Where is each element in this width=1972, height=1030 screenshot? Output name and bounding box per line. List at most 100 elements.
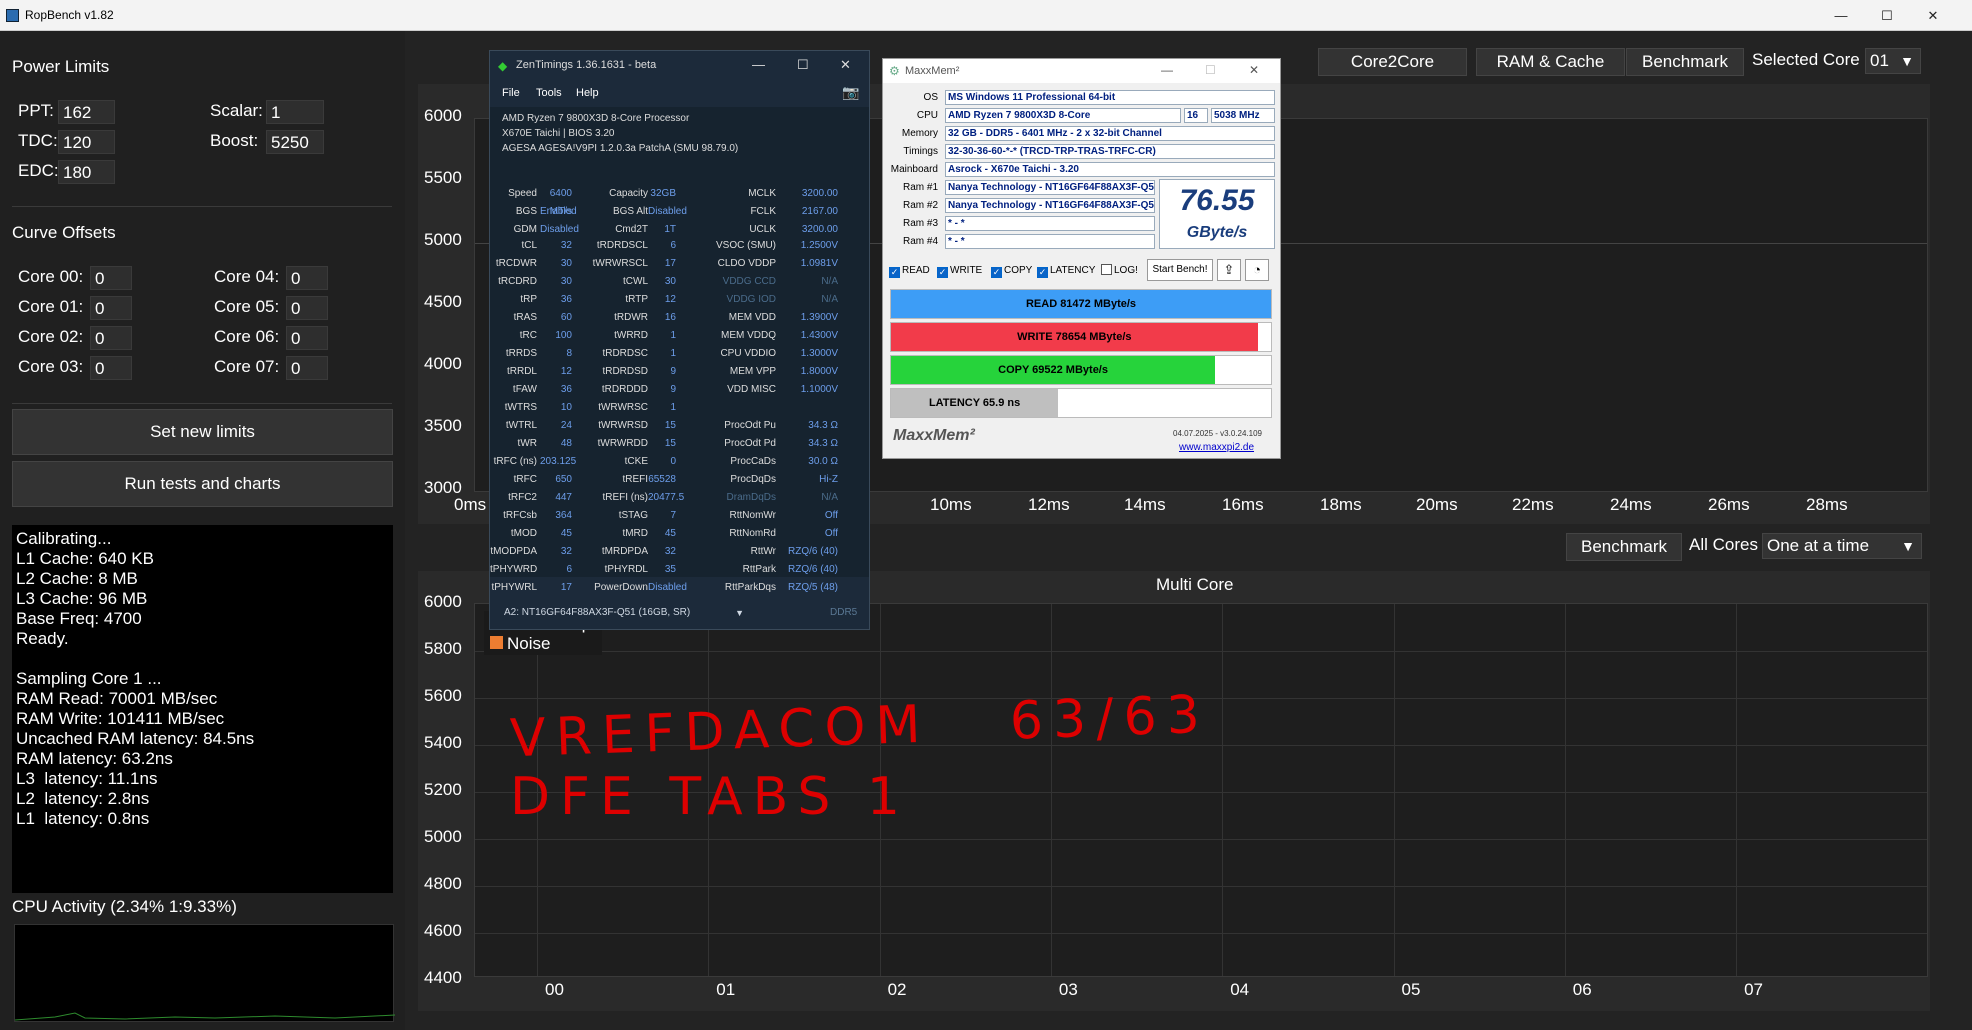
core-offset-input[interactable]: 0 (286, 326, 328, 350)
edc-input[interactable]: 180 (58, 160, 115, 184)
benchmark-button[interactable]: Benchmark (1566, 533, 1682, 561)
checkbox-box[interactable]: ✓ (937, 267, 948, 278)
maximize-button[interactable]: ☐ (1205, 63, 1216, 77)
timing-value: 1.8000V (800, 366, 838, 377)
core-offset-input[interactable]: 0 (286, 266, 328, 290)
core-offset-input[interactable]: 0 (90, 266, 132, 290)
y-tick-label: 6000 (424, 592, 462, 611)
zentimings-menubar: File Tools Help 📷 (490, 84, 869, 104)
core-offset-input[interactable]: 0 (90, 356, 132, 380)
timing-value: 30 (664, 276, 676, 287)
close-button[interactable]: ✕ (1910, 0, 1956, 31)
timing-label: RttNomWr (729, 510, 776, 521)
minimize-button[interactable]: — (1818, 0, 1864, 31)
timing-label: ProcOdt Pu (724, 420, 776, 431)
checkbox-box[interactable]: ✓ (991, 267, 1002, 278)
chevron-down-icon: ▼ (1901, 538, 1915, 554)
core-offset-input[interactable]: 0 (286, 296, 328, 320)
timing-value: 32 (560, 546, 572, 557)
timing-label: ProcOdt Pd (724, 438, 776, 449)
core-label: Core 01: (18, 297, 84, 316)
minimize-button[interactable]: — (752, 57, 765, 72)
speedometer-icon[interactable]: ◔ (1245, 259, 1269, 281)
close-button[interactable]: ✕ (1249, 63, 1259, 77)
tdc-label: TDC: (18, 131, 58, 150)
timing-label: DramDqDs (726, 492, 776, 503)
maxxmem-title: MaxxMem² (905, 65, 960, 77)
timing-label: tREFI (622, 474, 648, 485)
camera-icon[interactable]: 📷 (842, 84, 859, 101)
legend-swatch (490, 636, 503, 649)
core2core-tab[interactable]: Core2Core (1318, 48, 1467, 76)
x-tick-label: 0ms (454, 495, 487, 514)
run-tests-button[interactable]: Run tests and charts (12, 461, 393, 507)
dimm-select[interactable]: A2: NT16GF64F88AX3F-Q51 (16GB, SR) ▼ (500, 603, 750, 623)
boost-input[interactable]: 5250 (266, 130, 324, 154)
checkbox-box[interactable]: ✓ (1037, 267, 1048, 278)
app-icon (6, 9, 19, 22)
menu-help[interactable]: Help (576, 87, 599, 99)
start-bench-button[interactable]: Start Bench! (1147, 259, 1213, 281)
core-offset-input[interactable]: 0 (90, 326, 132, 350)
cpu-activity-label: CPU Activity (2.34% 1:9.33%) (12, 897, 237, 916)
set-limits-button[interactable]: Set new limits (12, 409, 393, 455)
grid-line (1564, 604, 1566, 976)
timing-value: 48 (560, 438, 572, 449)
checkbox-box[interactable]: ✓ (889, 267, 900, 278)
timing-label: ProcDqDs (730, 474, 776, 485)
tdc-input[interactable]: 120 (58, 130, 115, 154)
all-cores-label: All Cores (1689, 535, 1758, 554)
benchmark-checkbox[interactable]: ✓ LATENCY (1037, 264, 1095, 278)
ram-cache-tab[interactable]: RAM & Cache (1476, 48, 1625, 76)
core-offset-input[interactable]: 0 (90, 296, 132, 320)
menu-tools[interactable]: Tools (536, 87, 562, 99)
benchmark-checkbox[interactable]: ✓ COPY (991, 264, 1032, 278)
checkbox-box[interactable] (1101, 264, 1112, 275)
benchmark-checkbox[interactable]: LOG! (1101, 264, 1138, 278)
timing-label: tRTP (625, 294, 648, 305)
benchmark-checkbox[interactable]: ✓ WRITE (937, 264, 982, 278)
menu-file[interactable]: File (502, 87, 520, 99)
grid-line (1050, 604, 1052, 976)
timing-value: Disabled (648, 582, 687, 593)
scalar-input[interactable]: 1 (266, 100, 324, 124)
upload-icon[interactable]: ⇪ (1217, 259, 1241, 281)
maximize-button[interactable]: ☐ (797, 57, 809, 73)
timing-value: 9 (670, 384, 676, 395)
timing-value: 1.4300V (800, 330, 838, 341)
handwritten-note-line2: DFE TABS 1 (510, 767, 911, 827)
timing-value: 15 (664, 420, 676, 431)
timing-value: 3200.00 (801, 188, 838, 199)
website-link[interactable]: www.maxxpi2.de (1179, 442, 1254, 453)
x-tick-label: 00 (545, 980, 564, 999)
result-bar-fill: READ 81472 MByte/s (891, 290, 1271, 318)
minimize-button[interactable]: — (1161, 63, 1173, 77)
checkbox-label: LOG! (1114, 265, 1138, 276)
timing-label: MEM VDD (728, 312, 776, 323)
timing-value: 65528 (648, 474, 676, 485)
ppt-input[interactable]: 162 (58, 100, 115, 124)
x-tick-label: 06 (1572, 980, 1592, 999)
timings-field: 32-30-36-60-*-* (TRCD-TRP-TRAS-TRFC-CR) (945, 144, 1275, 159)
x-tick-label: 04 (1230, 980, 1250, 999)
maxxmem-icon: ⚙ (889, 64, 900, 78)
close-button[interactable]: ✕ (840, 57, 851, 73)
maximize-button[interactable]: ☐ (1864, 0, 1910, 31)
y-tick-label: 5600 (424, 686, 462, 705)
benchmark-tab[interactable]: Benchmark (1626, 48, 1744, 76)
timing-row: tWTRS 10 tWRWRSC 1 (490, 399, 871, 417)
selected-core-select[interactable]: 01 ▼ (1865, 48, 1921, 74)
zentimings-icon: ◆ (498, 59, 508, 73)
timing-label: tRFC (513, 474, 537, 485)
curve-offsets-heading: Curve Offsets (12, 223, 116, 242)
cpu-mhz: 5038 MHz (1211, 108, 1275, 123)
timing-label: tRFCsb (503, 510, 537, 521)
timing-row: tRFC2 447 tREFI (ns) 20477.5 DramDqDs N/A (490, 489, 871, 507)
y-tick-label: 4000 (424, 354, 462, 373)
benchmark-checkbox[interactable]: ✓ READ (889, 264, 930, 278)
timing-label: tWTRL (505, 420, 537, 431)
timing-label: tWRWRSCL (592, 258, 648, 269)
mode-select[interactable]: One at a time ▼ (1762, 533, 1922, 559)
divider (12, 403, 392, 404)
core-offset-input[interactable]: 0 (286, 356, 328, 380)
